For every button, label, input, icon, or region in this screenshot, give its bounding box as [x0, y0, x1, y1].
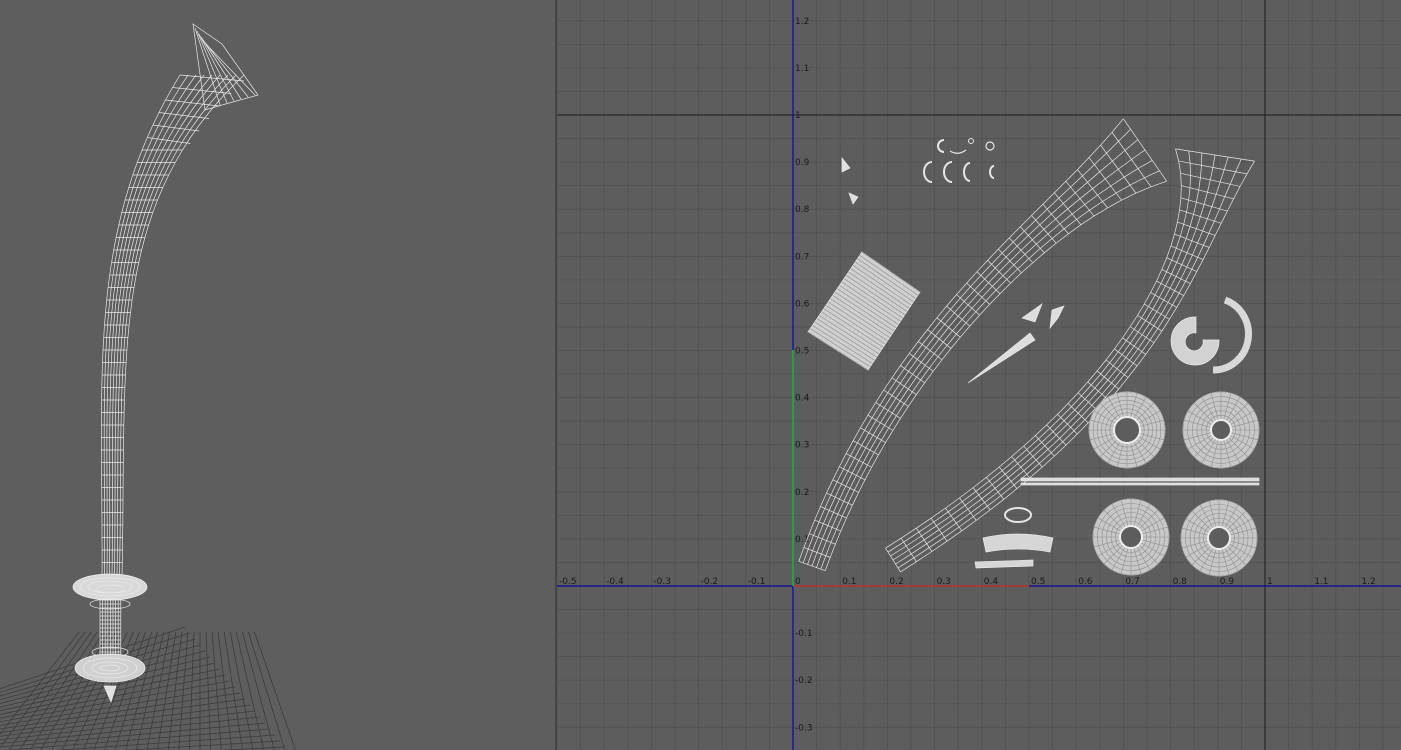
blade-mesh: [101, 23, 259, 576]
u-tick-label: 0.3: [937, 577, 951, 587]
u-tick-label: 0.4: [984, 577, 999, 587]
u-tick-label: -0.4: [606, 577, 624, 587]
uv-editor-canvas[interactable]: -0.5 -0.4 -0.3 -0.2 -0.1 0 0.1 0.2 0.3 0.4 0.5 0.6 0…: [557, 0, 1401, 750]
v-tick-label: 0.3: [795, 441, 809, 451]
v-tick-label: -0.3: [795, 723, 813, 733]
uv-editor-panel[interactable]: -0.5 -0.4 -0.3 -0.2 -0.1 0 0.1 0.2 0.3 0.4 0.5 0.6 0…: [557, 0, 1401, 750]
u-tick-label: -0.5: [559, 577, 577, 587]
uv-shell-blade-tip[interactable]: [967, 303, 1065, 384]
u-tick-label: 1: [1267, 577, 1273, 587]
uv-shell-handle-wrap[interactable]: [807, 251, 921, 371]
u-tick-label: 0.5: [1031, 577, 1045, 587]
perspective-viewport[interactable]: [0, 0, 555, 750]
viewport-canvas[interactable]: [0, 0, 555, 750]
uv-shell-small-triangles[interactable]: [841, 157, 859, 205]
v-tick-label: 0.1: [795, 535, 809, 545]
u-tick-label: 0.7: [1125, 577, 1139, 587]
v-tick-label: 0.6: [795, 299, 810, 309]
v-tick-label: 0.2: [795, 488, 809, 498]
uv-shell-pommel-strips[interactable]: [974, 507, 1054, 569]
sword-wireframe-model[interactable]: [72, 23, 259, 703]
v-tick-label: 0.5: [795, 347, 809, 357]
uv-shell-guard-arc[interactable]: [1170, 296, 1252, 374]
u-tick-label: 0.9: [1220, 577, 1235, 587]
v-tick-label: -0.1: [795, 629, 813, 639]
u-tick-label: 1.2: [1361, 577, 1375, 587]
u-tick-label: 0.6: [1078, 577, 1093, 587]
u-tick-label: 0.1: [842, 577, 856, 587]
pommel-mesh: [74, 653, 146, 703]
v-tick-label: 1: [795, 111, 801, 121]
v-axis-labels: 1.2 1.1 1 0.9 0.8 0.7 0.6 0.5 0.4 0.3 0.2 0.1 -0.1 -0…: [795, 17, 813, 733]
uv-shell-edge-strip[interactable]: [1020, 477, 1260, 486]
handle-mesh: [89, 598, 131, 658]
u-tick-label: 0.8: [1173, 577, 1188, 587]
app-window: -0.5 -0.4 -0.3 -0.2 -0.1 0 0.1 0.2 0.3 0.4 0.5 0.6 0…: [0, 0, 1401, 750]
v-tick-label: 1.1: [795, 64, 809, 74]
u-tick-label: 0: [795, 577, 801, 587]
v-tick-label: -0.2: [795, 676, 813, 686]
u-tick-label: -0.1: [748, 577, 766, 587]
u-tick-label: -0.2: [701, 577, 719, 587]
v-tick-label: 0.8: [795, 205, 810, 215]
u-tick-label: 1.1: [1314, 577, 1328, 587]
v-tick-label: 0.7: [795, 252, 809, 262]
v-tick-label: 1.2: [795, 17, 809, 27]
guard-mesh: [72, 573, 148, 601]
u-tick-label: 0.2: [889, 577, 903, 587]
u-tick-label: -0.3: [653, 577, 671, 587]
ground-grid: [0, 626, 296, 750]
v-tick-label: 0.9: [795, 158, 810, 168]
v-tick-label: 0.4: [795, 394, 810, 404]
